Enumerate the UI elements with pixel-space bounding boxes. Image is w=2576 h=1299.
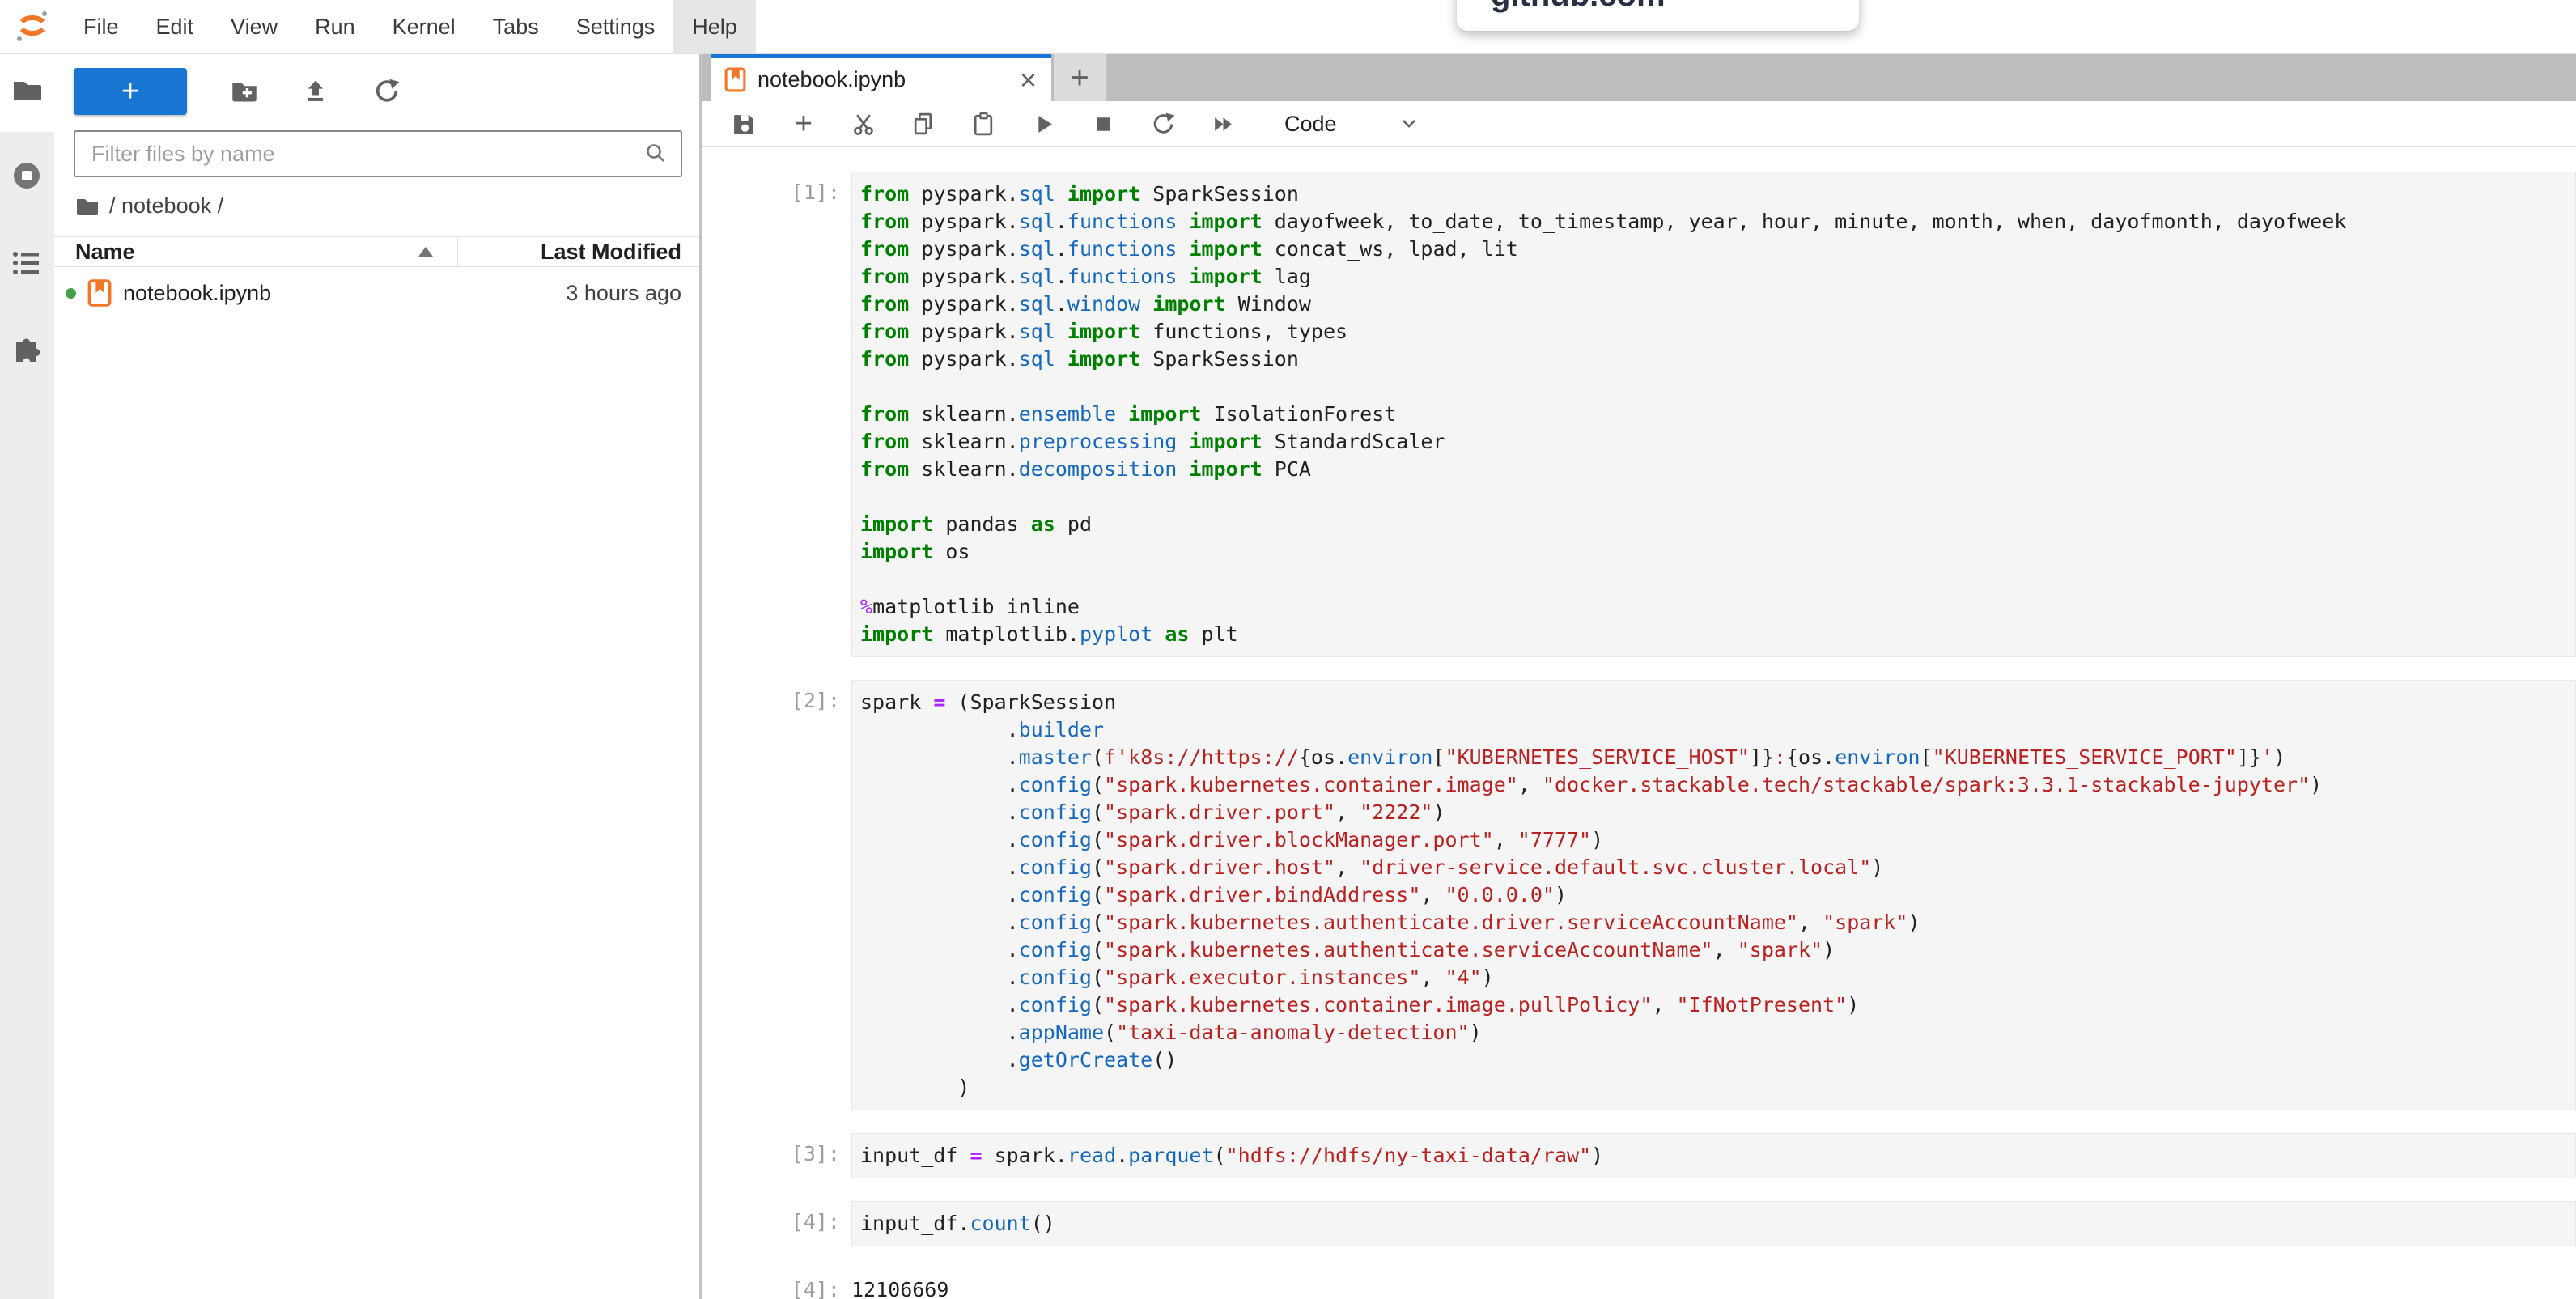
filter-files-input[interactable] (74, 130, 682, 177)
cell-editor[interactable]: input_df = spark.read.parquet("hdfs://hd… (851, 1133, 2576, 1178)
restart-kernel-icon[interactable] (1150, 111, 1176, 137)
notebook-tab-icon (724, 67, 746, 92)
breadcrumb-path: / notebook / (109, 193, 223, 219)
sort-ascending-icon (418, 247, 433, 257)
code-cell: [3]:input_df = spark.read.parquet("hdfs:… (702, 1133, 2576, 1178)
menu-edit[interactable]: Edit (138, 0, 213, 53)
cell-editor[interactable]: input_df.count() (851, 1201, 2576, 1246)
code-cell: [1]:from pyspark.sql import SparkSession… (702, 172, 2576, 657)
tab-close-icon[interactable]: × (1016, 68, 1040, 92)
search-icon (644, 142, 668, 166)
new-launcher-button[interactable]: + (74, 68, 187, 115)
menu-kernel[interactable]: Kernel (374, 0, 474, 53)
jupyterlab-window: File Edit View Run Kernel Tabs Settings … (0, 0, 2576, 1299)
menu-bar: File Edit View Run Kernel Tabs Settings … (0, 0, 2576, 54)
notebook-toolbar: + (702, 101, 2576, 147)
tab-label: notebook.ipynb (758, 67, 1016, 92)
cell-editor[interactable]: spark = (SparkSession .builder .master(f… (851, 680, 2576, 1110)
paste-cells-icon[interactable] (970, 111, 996, 137)
cut-cells-icon[interactable] (851, 111, 876, 137)
file-browser-toolbar: + (54, 54, 699, 116)
code-cell: [4]:input_df.count() (702, 1201, 2576, 1246)
output-area: [4]:12106669 (702, 1269, 2576, 1299)
code-cell: [2]:spark = (SparkSession .builder .mast… (702, 680, 2576, 1110)
save-icon[interactable] (731, 111, 757, 137)
notebook-panel: notebook.ipynb × + + (702, 54, 2576, 1299)
column-header-name[interactable]: Name (54, 240, 418, 265)
output-prompt: [4]: (702, 1269, 851, 1299)
kernel-running-dot (66, 288, 76, 299)
popup-site-name: github.com (1491, 0, 1666, 18)
refresh-icon[interactable] (373, 78, 401, 105)
file-filter (74, 130, 680, 177)
file-list-header: Name Last Modified (54, 236, 699, 267)
file-browser-icon[interactable] (11, 74, 43, 107)
column-header-last-modified[interactable]: Last Modified (458, 240, 699, 265)
cell-type-select[interactable]: Code (1284, 112, 1337, 137)
run-cell-icon[interactable] (1030, 111, 1056, 137)
menu-help[interactable]: Help (673, 0, 756, 53)
tab-notebook[interactable]: notebook.ipynb × (711, 54, 1051, 101)
file-browser-panel: + (54, 54, 702, 1299)
new-tab-button[interactable]: + (1054, 54, 1106, 101)
new-folder-icon[interactable] (231, 78, 258, 105)
menu-run[interactable]: Run (296, 0, 374, 53)
copy-cells-icon[interactable] (910, 111, 936, 137)
output-text: 12106669 (851, 1269, 2576, 1299)
interrupt-kernel-icon[interactable] (1090, 111, 1116, 137)
upload-icon[interactable] (302, 78, 329, 105)
file-modified: 3 hours ago (497, 281, 699, 306)
breadcrumb[interactable]: / notebook / (54, 177, 699, 219)
table-of-contents-icon[interactable] (11, 247, 43, 279)
file-row-notebook[interactable]: notebook.ipynb 3 hours ago (54, 275, 699, 311)
chevron-down-icon[interactable] (1397, 112, 1421, 136)
input-prompt: [1]: (702, 172, 851, 657)
folder-icon (75, 196, 100, 217)
input-prompt: [3]: (702, 1133, 851, 1178)
input-prompt: [2]: (702, 680, 851, 1110)
restart-run-all-icon[interactable] (1210, 111, 1236, 137)
activity-bar (0, 54, 54, 1299)
notebook-file-icon (87, 278, 112, 308)
browser-popup: github.com (1457, 0, 1859, 31)
insert-cell-icon[interactable]: + (791, 111, 817, 137)
input-prompt: [4]: (702, 1201, 851, 1246)
jupyter-logo-icon (0, 0, 65, 53)
extension-manager-icon[interactable] (11, 330, 43, 363)
menu-view[interactable]: View (212, 0, 296, 53)
menu-tabs[interactable]: Tabs (474, 0, 558, 53)
running-kernels-icon[interactable] (11, 159, 43, 192)
notebook-content[interactable]: [1]:from pyspark.sql import SparkSession… (702, 147, 2576, 1299)
file-name: notebook.ipynb (123, 281, 497, 306)
cell-editor[interactable]: from pyspark.sql import SparkSessionfrom… (851, 172, 2576, 657)
dock-tab-bar: notebook.ipynb × + (702, 54, 2576, 101)
menu-file[interactable]: File (65, 0, 138, 53)
menu-settings[interactable]: Settings (558, 0, 674, 53)
